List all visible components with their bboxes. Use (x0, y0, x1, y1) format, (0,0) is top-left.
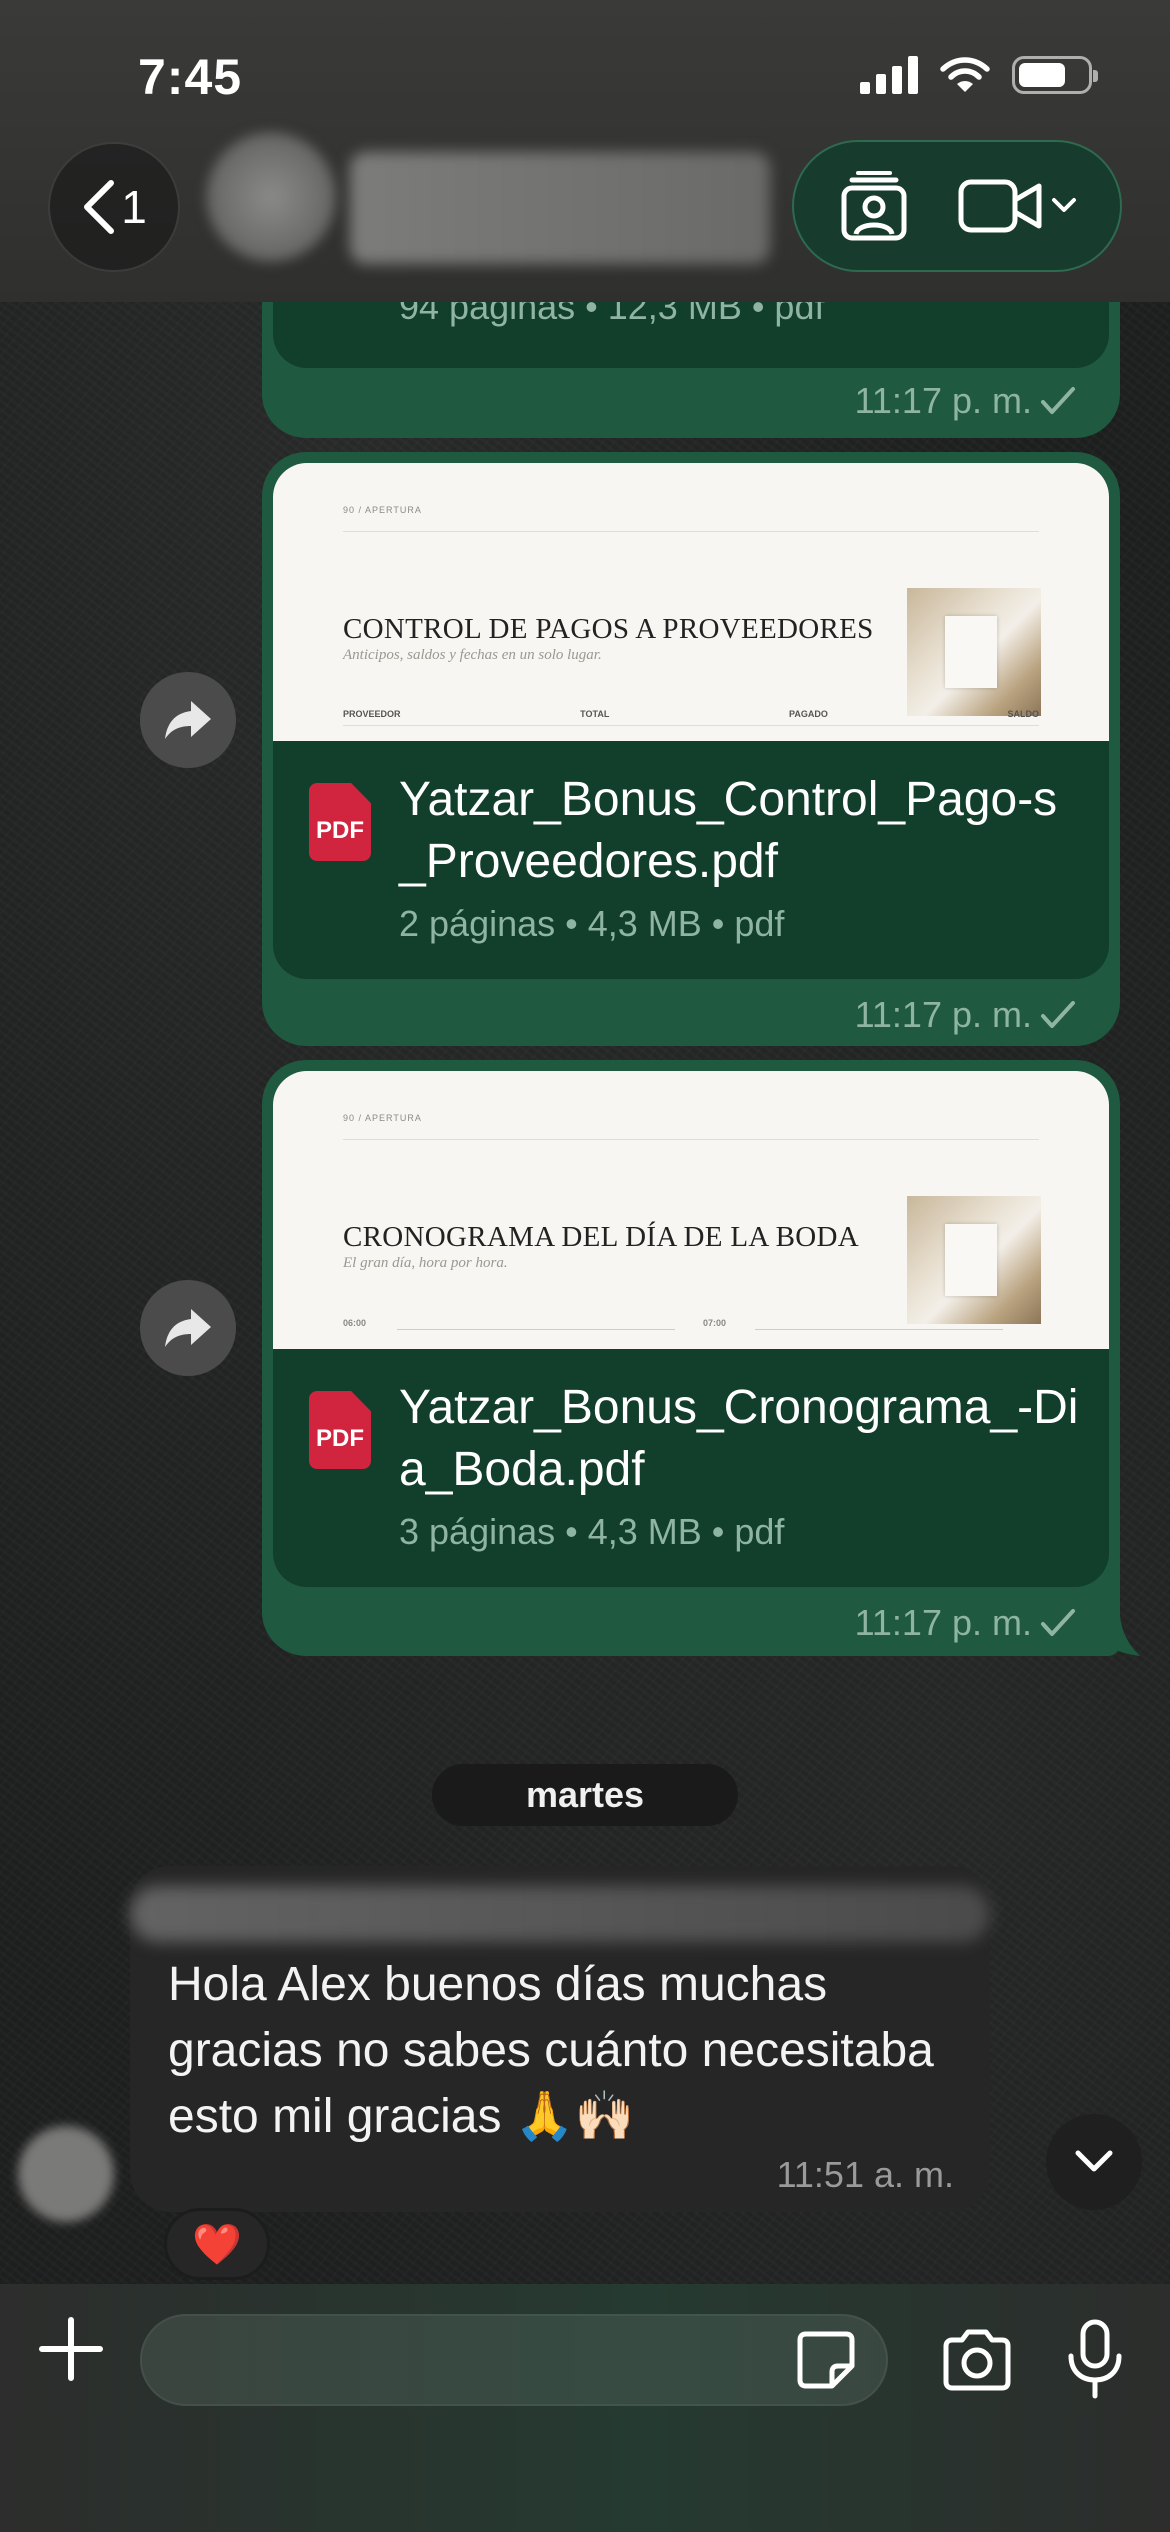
scroll-to-bottom-button[interactable] (1046, 2114, 1142, 2210)
preview-time-line (397, 1329, 675, 1330)
preview-subtitle: Anticipos, saldos y fechas en un solo lu… (343, 647, 602, 663)
sender-name-blurred (130, 1886, 990, 1942)
contact-card-icon[interactable] (838, 170, 910, 242)
message-input[interactable] (140, 2314, 888, 2406)
preview-column: PROVEEDOR (343, 709, 401, 719)
microphone-icon[interactable] (1064, 2318, 1126, 2402)
status-icons (860, 56, 1098, 94)
file-meta: 2 páginas • 4,3 MB • pdf (399, 903, 785, 944)
sent-check-icon (1041, 387, 1075, 414)
time-label: 11:17 p. m. (854, 994, 1032, 1035)
unread-count: 1 (121, 181, 147, 233)
contact-name-blurred[interactable] (350, 152, 770, 264)
reaction-badge[interactable]: ❤️ (164, 2208, 270, 2280)
bubble-tail (1100, 1616, 1140, 1656)
video-call-button[interactable] (957, 176, 1077, 236)
battery-icon (1012, 56, 1098, 94)
doc-card[interactable]: 90 / APERTURA CONTROL DE PAGOS A PROVEED… (273, 463, 1109, 979)
doc-card[interactable]: 90 / APERTURA CRONOGRAMA DEL DÍA DE LA B… (273, 1071, 1109, 1587)
preview-rule (343, 1139, 1039, 1140)
preview-photo (907, 1196, 1041, 1324)
preview-column: SALDO (1007, 709, 1040, 719)
heart-reaction-icon: ❤️ (192, 2222, 242, 2267)
preview-columns: PROVEEDOR TOTAL PAGADO SALDO (343, 709, 1039, 719)
preview-rule (343, 725, 1039, 726)
preview-photo (907, 588, 1041, 716)
preview-column: TOTAL (580, 709, 610, 719)
back-button[interactable]: 1 (48, 142, 180, 272)
chevron-down-icon (1051, 198, 1076, 212)
forward-icon (165, 701, 211, 739)
status-time: 7:45 (138, 49, 243, 105)
chevron-left-icon (84, 180, 115, 234)
preview-title: CONTROL DE PAGOS A PROVEEDORES (343, 613, 874, 645)
message-bubble-incoming[interactable]: Hola Alex buenos días muchas gracias no … (130, 1866, 990, 2212)
cellular-signal-icon (860, 56, 918, 94)
message-bubble-document-3[interactable]: 90 / APERTURA CRONOGRAMA DEL DÍA DE LA B… (262, 1060, 1120, 1656)
file-meta: 3 páginas • 4,3 MB • pdf (399, 1511, 785, 1552)
forward-button[interactable] (140, 672, 236, 768)
plus-icon[interactable] (36, 2314, 106, 2384)
contact-avatar[interactable] (206, 132, 336, 262)
document-preview: 90 / APERTURA CONTROL DE PAGOS A PROVEED… (273, 463, 1109, 741)
file-name: Yatzar_Bonus_Cronograma_-Dia_Boda.pdf (399, 1381, 1079, 1496)
header-actions (792, 140, 1122, 272)
forward-button[interactable] (140, 1280, 236, 1376)
preview-subtitle: El gran día, hora por hora. (343, 1255, 508, 1271)
message-text: Hola Alex buenos días muchas gracias no … (168, 1958, 934, 2143)
document-preview: 90 / APERTURA CRONOGRAMA DEL DÍA DE LA B… (273, 1071, 1109, 1349)
forward-icon (165, 1309, 211, 1347)
preview-time-label: 06:00 (343, 1318, 367, 1328)
preview-time-label: 07:00 (703, 1318, 727, 1328)
camera-icon[interactable] (940, 2328, 1014, 2392)
preview-time-line (755, 1329, 1003, 1330)
file-row[interactable]: PDF Yatzar_Bonus_Control_Pago-s_Proveedo… (273, 741, 1109, 979)
file-name: Yatzar_Bonus_Control_Pago-s_Proveedores.… (399, 773, 1058, 888)
preview-crumb: 90 / APERTURA (343, 505, 422, 515)
pdf-badge-label: PDF (316, 1425, 364, 1452)
preview-title: CRONOGRAMA DEL DÍA DE LA BODA (343, 1221, 859, 1253)
chevron-down-icon (1075, 2150, 1113, 2172)
file-row[interactable]: PDF Yatzar_Bonus_Cronograma_-Dia_Boda.pd… (273, 1349, 1109, 1587)
preview-rule (343, 531, 1039, 532)
pdf-badge-label: PDF (316, 817, 364, 844)
chat-header: 7:45 1 (0, 0, 1170, 302)
sent-check-icon (1041, 1609, 1075, 1636)
time-label: 11:17 p. m. (854, 380, 1032, 421)
wifi-icon (940, 57, 990, 92)
message-timestamp: 11:51 a. m. (776, 2154, 954, 2195)
sticker-icon[interactable] (796, 2330, 856, 2390)
message-composer (0, 2284, 1170, 2532)
pdf-icon: PDF (309, 783, 371, 861)
message-timestamp: 11:17 p. m. (855, 1602, 1076, 1644)
time-label: 11:17 p. m. (854, 1602, 1032, 1643)
sent-check-icon (1041, 1001, 1075, 1028)
video-camera-icon (958, 179, 1041, 233)
pdf-icon: PDF (309, 1391, 371, 1469)
preview-crumb: 90 / APERTURA (343, 1113, 422, 1123)
sender-avatar[interactable] (18, 2126, 114, 2222)
preview-column: PAGADO (789, 709, 828, 719)
day-separator: martes (432, 1764, 738, 1826)
message-timestamp: 11:17 p. m. (855, 994, 1076, 1036)
message-bubble-document-2[interactable]: 90 / APERTURA CONTROL DE PAGOS A PROVEED… (262, 452, 1120, 1046)
message-timestamp: 11:17 p. m. (855, 380, 1076, 422)
